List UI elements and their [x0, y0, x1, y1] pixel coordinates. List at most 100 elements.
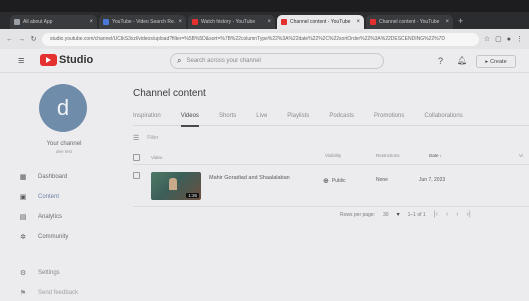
new-tab-button[interactable]: + [458, 16, 463, 26]
tab-favicon-icon [192, 19, 198, 25]
sidebar-item-label: Content [38, 194, 60, 200]
table-header: Video Visibility Restrictions Date ↓ Vi [133, 151, 529, 165]
settings-icon: ⚙ [19, 270, 27, 277]
tab-collaborations[interactable]: Collaborations [424, 110, 462, 126]
search-icon: ⌕ [177, 56, 182, 65]
dashboard-icon: ▦ [19, 174, 27, 181]
help-icon[interactable]: ? [438, 56, 443, 66]
tab-close-icon[interactable]: × [89, 19, 93, 25]
browser-tab[interactable]: Watch history - YouTube × [188, 15, 275, 29]
browser-tab-strip: All about App × YouTube - Video Search R… [0, 12, 529, 29]
next-page-icon[interactable]: › [456, 211, 458, 218]
sidebar-item-dashboard[interactable]: ▦ Dashboard [18, 167, 128, 187]
tab-label: YouTube - Video Search Re... [112, 19, 176, 25]
studio-app: ≡ Studio ⌕ Search across your channel ? … [0, 49, 529, 301]
page-range: 1–1 of 1 [407, 211, 426, 218]
create-button[interactable]: ▸ Create [476, 55, 516, 68]
content-tabs: Inspiration Videos Shorts Live Playlists… [133, 110, 529, 127]
tab-live[interactable]: Live [256, 110, 267, 126]
tab-promotions[interactable]: Promotions [374, 110, 404, 126]
last-page-icon[interactable]: ›| [467, 211, 471, 218]
search-placeholder: Search across your channel [186, 58, 261, 64]
column-header-video: Video [151, 155, 163, 160]
column-header-views[interactable]: Vi [519, 153, 523, 158]
sidebar-item-community[interactable]: ✲ Community [18, 227, 128, 247]
filter-bar[interactable]: ☰ Filter [133, 132, 158, 144]
page-title: Channel content [133, 88, 206, 99]
sidebar-item-label: Community [38, 234, 69, 240]
tab-label: Channel content - YouTube [379, 19, 440, 25]
browser-tab[interactable]: YouTube - Video Search Re... × [99, 15, 186, 29]
hamburger-menu-icon[interactable]: ≡ [18, 55, 24, 67]
pagination: Rows per page: 30 ▾ 1–1 of 1 |‹ ‹ › ›| [340, 211, 471, 218]
browser-tab-active[interactable]: Channel content - YouTube × [277, 15, 364, 29]
rows-per-page-label: Rows per page: [340, 211, 376, 218]
browser-tab[interactable]: All about App × [10, 15, 97, 29]
bookmark-star-icon[interactable]: ☆ [484, 35, 490, 43]
video-duration: 1:36 [186, 193, 199, 198]
studio-logo-text: Studio [59, 54, 94, 66]
tab-favicon-icon [103, 19, 109, 25]
camera-plus-icon: ▸ [485, 58, 489, 65]
sidebar-item-content[interactable]: ▣ Content [18, 187, 128, 207]
tab-close-icon[interactable]: × [178, 19, 182, 25]
tab-podcasts[interactable]: Podcasts [329, 110, 354, 126]
sidebar-item-label: Analytics [38, 214, 63, 220]
notification-bell-icon[interactable]: 🔔︎ [457, 56, 467, 65]
forward-arrow-icon[interactable]: → [18, 36, 25, 43]
tab-favicon-icon [370, 19, 376, 25]
tab-close-icon[interactable]: × [445, 19, 449, 25]
filter-icon: ☰ [133, 135, 140, 142]
sidebar-nav: ▦ Dashboard ▣ Content ▤ Analytics ✲ Comm… [18, 167, 128, 301]
tab-close-icon[interactable]: × [356, 19, 360, 25]
tab-favicon-icon [281, 19, 287, 25]
analytics-icon: ▤ [19, 214, 27, 221]
sidebar-item-analytics[interactable]: ▤ Analytics [18, 207, 128, 227]
column-header-visibility[interactable]: Visibility [325, 153, 341, 158]
address-bar-row: ← → ↻ studio.youtube.com/channel/UCtkS3x… [0, 29, 529, 49]
studio-logo[interactable]: Studio [40, 54, 93, 66]
globe-icon: ⊕ [323, 178, 329, 185]
browser-tab[interactable]: Channel content - YouTube × [366, 15, 453, 29]
tab-inspiration[interactable]: Inspiration [133, 110, 161, 126]
video-title[interactable]: Mahir Goradiad and Shaalalaban [209, 175, 290, 181]
feedback-icon: ⚑ [19, 290, 27, 297]
tab-close-icon[interactable]: × [267, 19, 271, 25]
tab-shorts[interactable]: Shorts [219, 110, 236, 126]
url-field[interactable]: studio.youtube.com/channel/UCtkS3xzl/vid… [42, 32, 479, 46]
rows-per-page-value[interactable]: 30 [383, 212, 389, 218]
extensions-icon[interactable]: ▢ [495, 35, 502, 43]
table-row[interactable]: 1:36 Mahir Goradiad and Shaalalaban ⊕ Pu… [133, 167, 529, 207]
community-icon: ✲ [20, 234, 26, 241]
tab-videos[interactable]: Videos [180, 110, 200, 127]
prev-page-icon[interactable]: ‹ [446, 211, 448, 218]
sidebar-item-send-feedback[interactable]: ⚑ Send feedback [18, 283, 128, 301]
sidebar-item-settings[interactable]: ⚙ Settings [18, 263, 128, 283]
restrictions-value: None [376, 177, 388, 183]
channel-name: Your channel [46, 141, 82, 147]
row-checkbox[interactable] [133, 172, 140, 179]
tab-playlists[interactable]: Playlists [287, 110, 309, 126]
column-header-restrictions[interactable]: Restrictions [376, 153, 400, 158]
tab-label: Watch history - YouTube [201, 19, 256, 25]
back-arrow-icon[interactable]: ← [6, 36, 13, 43]
content-icon: ▣ [19, 194, 27, 201]
date-value: Jun 7, 2023 [419, 177, 446, 183]
profile-icon[interactable]: ● [507, 36, 511, 43]
search-input[interactable]: ⌕ Search across your channel [170, 53, 384, 69]
sidebar-item-label: Send feedback [38, 290, 79, 296]
tab-label: Channel content - YouTube [290, 19, 351, 25]
video-thumbnail[interactable]: 1:36 [151, 172, 201, 200]
tab-label: All about App [23, 19, 53, 25]
channel-handle: dee test [55, 149, 72, 154]
sidebar-item-label: Settings [38, 270, 60, 276]
browser-menu-icon[interactable]: ⋮ [516, 35, 523, 43]
column-header-date[interactable]: Date ↓ [429, 153, 442, 158]
filter-placeholder: Filter [147, 135, 159, 141]
channel-avatar[interactable]: d [39, 84, 87, 132]
visibility-cell[interactable]: ⊕ Public [323, 177, 346, 185]
reload-icon[interactable]: ↻ [30, 35, 37, 43]
first-page-icon[interactable]: |‹ [434, 211, 438, 218]
chevron-down-icon[interactable]: ▾ [397, 211, 400, 218]
select-all-checkbox[interactable] [133, 154, 140, 161]
